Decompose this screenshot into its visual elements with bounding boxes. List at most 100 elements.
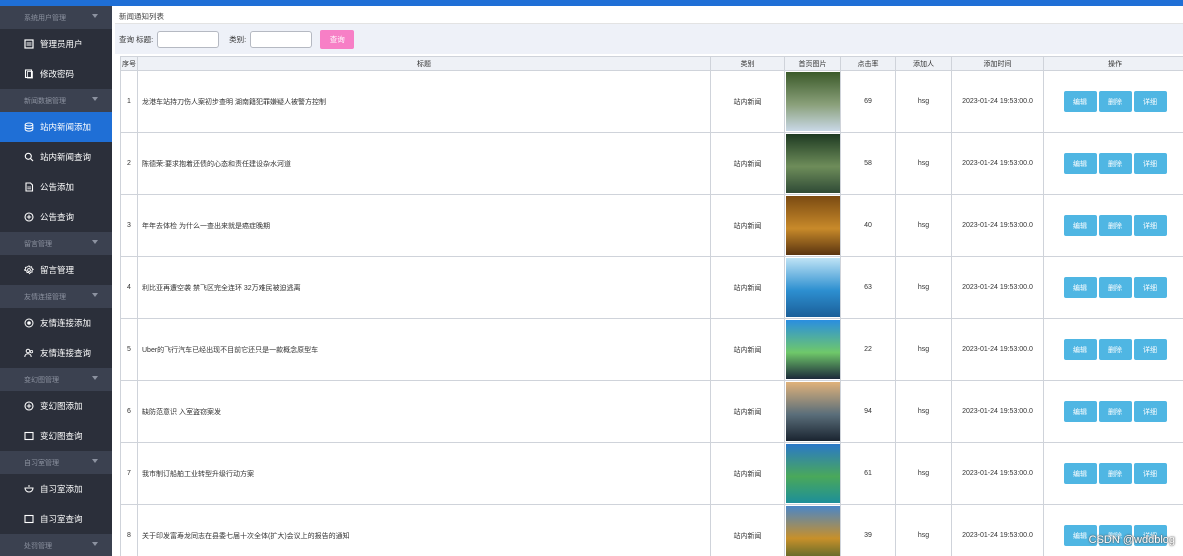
delete-button[interactable]: 删除 [1098, 91, 1132, 112]
chevron-down-icon [92, 376, 98, 380]
sidebar-item-5[interactable]: 站内新闻查询 [0, 142, 112, 172]
row-clicks: 63 [840, 256, 896, 319]
edit-button[interactable]: 编辑 [1063, 339, 1097, 360]
detail-button[interactable]: 详细 [1133, 91, 1167, 112]
detail-button[interactable]: 详细 [1133, 339, 1167, 360]
row-index: 3 [120, 194, 138, 257]
row-index: 1 [120, 70, 138, 133]
search-category-label: 类别: [229, 34, 247, 44]
delete-button[interactable]: 删除 [1098, 277, 1132, 298]
search-category-input[interactable] [250, 30, 313, 48]
sidebar-item-2[interactable]: 修改密码 [0, 59, 112, 89]
action-buttons: 编辑 删除 详细 [1044, 91, 1183, 112]
row-thumbnail-cell [784, 256, 841, 319]
sidebar-group-0[interactable]: 系统用户管理 [0, 6, 112, 29]
sidebar-item-18[interactable]: 自习室查询 [0, 504, 112, 534]
sidebar-group-13[interactable]: 变幻图管理 [0, 368, 112, 391]
gear-icon [24, 265, 34, 275]
column-header-2: 类别 [710, 56, 785, 71]
detail-button[interactable]: 详细 [1133, 215, 1167, 236]
sidebar-item-12[interactable]: 友情连接查询 [0, 338, 112, 368]
sidebar-item-17[interactable]: 自习室添加 [0, 474, 112, 504]
column-header-7: 操作 [1043, 56, 1183, 71]
square-icon [24, 514, 34, 524]
table-row: 4 利比亚再遭空袭 禁飞区完全连环 32万难民被迫逃离 站内新闻 63 hsg 2023-… [120, 256, 1183, 319]
sidebar-group-19[interactable]: 处罚管理 [0, 534, 112, 556]
sidebar-item-7[interactable]: 公告查询 [0, 202, 112, 232]
row-author: hsg [895, 256, 952, 319]
table-row: 5 Uber的飞行汽车已经出现不目前它还只是一款概念原型车 站内新闻 22 hsg 202… [120, 318, 1183, 381]
news-table: 序号 标题 类别 首页图片 点击率 添加人 添加时间 操作 1 龙港车站持刀伤人案初步查明 湖南… [120, 56, 1183, 556]
sidebar-group-16[interactable]: 自习室管理 [0, 451, 112, 474]
sidebar-item-11[interactable]: 友情连接添加 [0, 308, 112, 338]
sidebar-item-label: 自习室添加 [40, 484, 83, 494]
thumbnail-image [785, 134, 840, 193]
people-icon [24, 348, 34, 358]
action-buttons: 编辑 删除 详细 [1044, 463, 1183, 484]
sidebar-group-label: 系统用户管理 [24, 14, 66, 22]
detail-button[interactable]: 详细 [1133, 153, 1167, 174]
edit-button[interactable]: 编辑 [1063, 153, 1097, 174]
sidebar-item-9[interactable]: 留言管理 [0, 255, 112, 285]
search-title-input[interactable] [157, 30, 220, 48]
delete-button[interactable]: 删除 [1098, 339, 1132, 360]
delete-button[interactable]: 删除 [1098, 153, 1132, 174]
table-row: 6 缺防范意识 入室盗窃案发 站内新闻 94 hsg 2023-01-24 19:53:0… [120, 380, 1183, 443]
edit-button[interactable]: 编辑 [1063, 463, 1097, 484]
row-time: 2023-01-24 19:53:00.0 [951, 70, 1044, 133]
sidebar-group-10[interactable]: 友情连接管理 [0, 285, 112, 308]
detail-button[interactable]: 详细 [1133, 401, 1167, 422]
sidebar-item-1[interactable]: 管理员用户 [0, 29, 112, 59]
thumbnail-image [785, 444, 840, 503]
sidebar-item-14[interactable]: 变幻图添加 [0, 391, 112, 421]
row-author: hsg [895, 70, 952, 133]
row-actions: 编辑 删除 详细 [1043, 256, 1183, 319]
row-author: hsg [895, 132, 952, 195]
watermark: CSDN @wddblog [1088, 534, 1175, 546]
sidebar-group-3[interactable]: 新闻数据管理 [0, 89, 112, 112]
row-clicks: 69 [840, 70, 896, 133]
sidebar-item-label: 自习室查询 [40, 514, 83, 524]
column-header-3: 首页图片 [784, 56, 841, 71]
cup-icon [24, 484, 34, 494]
sidebar-item-15[interactable]: 变幻图查询 [0, 421, 112, 451]
row-category: 站内新闻 [710, 504, 785, 556]
row-author: hsg [895, 194, 952, 257]
search-bar: 查询 标题: 类别: 查询 [115, 24, 1183, 54]
row-index: 7 [120, 442, 138, 505]
search-button[interactable]: 查询 [320, 29, 355, 49]
sidebar-group-8[interactable]: 留言管理 [0, 232, 112, 255]
row-time: 2023-01-24 19:53:00.0 [951, 132, 1044, 195]
row-clicks: 58 [840, 132, 896, 195]
row-actions: 编辑 删除 详细 [1043, 194, 1183, 257]
edit-button[interactable]: 编辑 [1063, 401, 1097, 422]
row-category: 站内新闻 [710, 70, 785, 133]
row-title: 缺防范意识 入室盗窃案发 [137, 380, 711, 443]
chevron-down-icon [92, 459, 98, 463]
edit-button[interactable]: 编辑 [1063, 277, 1097, 298]
page-title: 新闻通知列表 [115, 6, 1183, 24]
row-time: 2023-01-24 19:53:00.0 [951, 380, 1044, 443]
sidebar-group-label: 自习室管理 [24, 459, 59, 467]
row-title: 年年去体检 为什么一查出来就是癌症晚期 [137, 194, 711, 257]
row-title: 利比亚再遭空袭 禁飞区完全连环 32万难民被迫逃离 [137, 256, 711, 319]
delete-button[interactable]: 删除 [1098, 215, 1132, 236]
sidebar-group-label: 处罚管理 [24, 542, 52, 550]
delete-button[interactable]: 删除 [1098, 401, 1132, 422]
sidebar-item-6[interactable]: 公告添加 [0, 172, 112, 202]
edit-button[interactable]: 编辑 [1063, 215, 1097, 236]
column-header-0: 序号 [120, 56, 138, 71]
chevron-down-icon [92, 240, 98, 244]
action-buttons: 编辑 删除 详细 [1044, 339, 1183, 360]
action-buttons: 编辑 删除 详细 [1044, 401, 1183, 422]
detail-button[interactable]: 详细 [1133, 277, 1167, 298]
table-row: 1 龙港车站持刀伤人案初步查明 湖南籍犯罪嫌疑人被警方控制 站内新闻 69 hsg 202… [120, 70, 1183, 133]
row-clicks: 61 [840, 442, 896, 505]
detail-button[interactable]: 详细 [1133, 463, 1167, 484]
sidebar-item-4[interactable]: 站内新闻添加 [0, 112, 112, 142]
circle-plus-icon [24, 212, 34, 222]
table-row: 8 关于印发富寿龙同志在县委七届十次全体(扩大)会议上的报告的通知 站内新闻 39 hs… [120, 504, 1183, 556]
edit-button[interactable]: 编辑 [1063, 91, 1097, 112]
delete-button[interactable]: 删除 [1098, 463, 1132, 484]
thumbnail-image [785, 382, 840, 441]
